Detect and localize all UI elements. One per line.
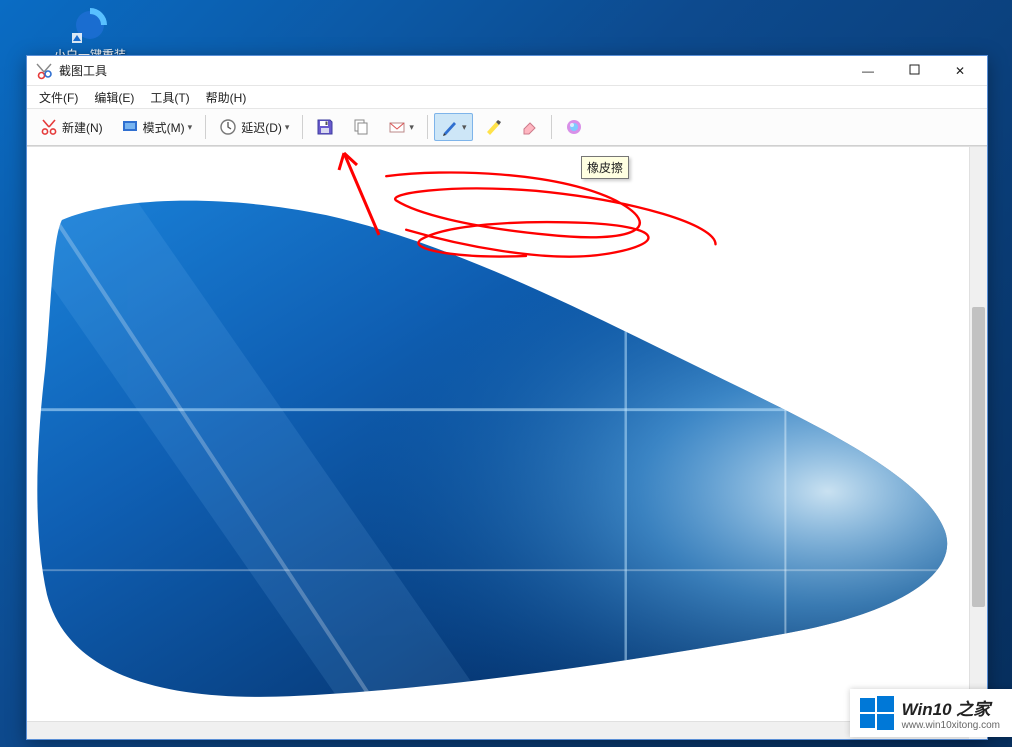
maximize-icon <box>909 64 920 78</box>
menu-tools[interactable]: 工具(T) <box>142 87 197 108</box>
delay-label: 延迟(D) <box>241 119 282 136</box>
close-icon: ✕ <box>955 64 965 78</box>
toolbar: 新建(N) 模式(M) ▾ 延迟(D) ▾ <box>27 108 987 146</box>
copy-button[interactable] <box>345 113 377 141</box>
mode-label: 模式(M) <box>143 119 185 136</box>
canvas-viewport[interactable] <box>27 147 969 721</box>
copy-icon <box>352 118 370 136</box>
clock-icon <box>219 118 237 136</box>
minimize-icon: — <box>862 64 874 78</box>
chevron-down-icon: ▾ <box>462 122 467 133</box>
toolbar-separator <box>427 115 428 139</box>
new-snip-button[interactable]: 新建(N) <box>33 113 110 141</box>
tooltip-eraser: 橡皮擦 <box>581 156 629 179</box>
save-button[interactable] <box>309 113 341 141</box>
highlighter-icon <box>484 118 502 136</box>
chevron-down-icon: ▾ <box>409 122 414 133</box>
minimize-button[interactable]: — <box>845 57 891 85</box>
snip-image <box>27 147 969 721</box>
canvas-area: 橡皮擦 <box>27 146 987 739</box>
mode-icon <box>121 118 139 136</box>
watermark: Win10 之家 www.win10xitong.com <box>850 689 1012 737</box>
eraser-icon <box>520 118 538 136</box>
horizontal-scrollbar[interactable] <box>27 721 969 739</box>
close-button[interactable]: ✕ <box>937 57 983 85</box>
toolbar-separator <box>302 115 303 139</box>
shortcut-icon <box>70 5 110 45</box>
menu-edit[interactable]: 编辑(E) <box>86 87 142 108</box>
watermark-url: www.win10xitong.com <box>902 720 1000 731</box>
app-icon <box>35 62 53 80</box>
floppy-disk-icon <box>316 118 334 136</box>
menu-file[interactable]: 文件(F) <box>31 87 86 108</box>
maximize-button[interactable] <box>891 57 937 85</box>
scrollbar-thumb[interactable] <box>972 307 985 607</box>
titlebar[interactable]: 截图工具 — ✕ <box>27 56 987 86</box>
paint3d-icon <box>565 118 583 136</box>
scissors-icon <box>40 118 58 136</box>
pen-scribble <box>386 172 715 256</box>
new-snip-label: 新建(N) <box>62 119 103 136</box>
tooltip-text: 橡皮擦 <box>587 161 623 175</box>
window-title: 截图工具 <box>59 62 107 79</box>
chevron-down-icon: ▾ <box>188 122 193 133</box>
eraser-button[interactable] <box>513 113 545 141</box>
toolbar-separator <box>205 115 206 139</box>
pen-icon <box>441 118 459 136</box>
windows-logo-icon <box>860 696 894 730</box>
send-button[interactable]: ▾ <box>381 113 421 141</box>
highlighter-button[interactable] <box>477 113 509 141</box>
chevron-down-icon: ▾ <box>285 122 290 133</box>
vertical-scrollbar[interactable] <box>969 147 987 721</box>
envelope-icon <box>388 118 406 136</box>
delay-button[interactable]: 延迟(D) ▾ <box>212 113 296 141</box>
toolbar-separator <box>551 115 552 139</box>
watermark-title: Win10 之家 <box>902 695 1000 720</box>
menubar: 文件(F) 编辑(E) 工具(T) 帮助(H) <box>27 86 987 108</box>
pen-button[interactable]: ▾ <box>434 113 474 141</box>
snipping-tool-window: 截图工具 — ✕ 文件(F) 编辑(E) 工具(T) 帮助(H) 新建(N) 模… <box>26 55 988 740</box>
paint3d-button[interactable] <box>558 113 590 141</box>
mode-button[interactable]: 模式(M) ▾ <box>114 113 200 141</box>
menu-help[interactable]: 帮助(H) <box>198 87 255 108</box>
